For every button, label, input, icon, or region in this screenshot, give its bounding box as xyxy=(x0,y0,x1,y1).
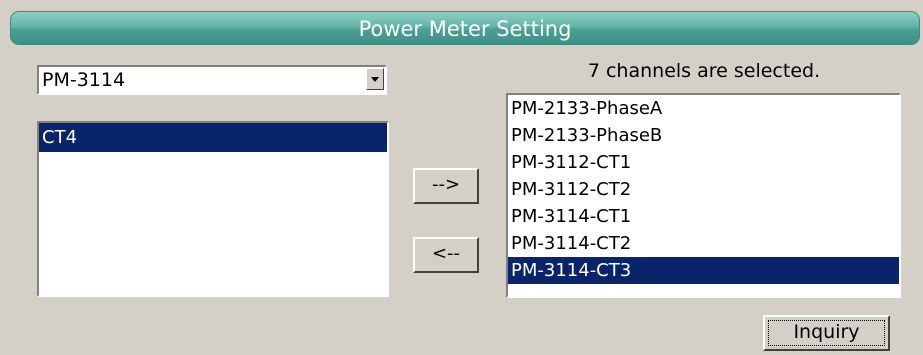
list-item[interactable]: PM-3114-CT2 xyxy=(508,230,899,257)
list-item[interactable]: PM-3114-CT3 xyxy=(508,257,899,284)
list-item[interactable]: PM-3112-CT1 xyxy=(508,149,899,176)
chevron-down-icon xyxy=(371,77,379,82)
add-channel-button[interactable]: --> xyxy=(413,168,479,204)
meter-select-value: PM-3114 xyxy=(42,69,126,91)
list-item[interactable]: PM-3114-CT1 xyxy=(508,203,899,230)
selected-channels-list[interactable]: PM-2133-PhaseA PM-2133-PhaseB PM-3112-CT… xyxy=(506,93,901,298)
list-item[interactable]: PM-2133-PhaseB xyxy=(508,122,899,149)
list-item[interactable]: PM-2133-PhaseA xyxy=(508,95,899,122)
meter-select[interactable]: PM-3114 xyxy=(37,65,387,95)
dropdown-button[interactable] xyxy=(366,68,384,90)
list-item[interactable]: CT4 xyxy=(39,123,387,152)
list-item[interactable]: PM-3112-CT2 xyxy=(508,176,899,203)
remove-channel-button[interactable]: <-- xyxy=(413,237,479,273)
inquiry-button[interactable]: Inquiry xyxy=(763,315,890,351)
available-channels-list[interactable]: CT4 xyxy=(37,121,389,297)
selection-status: 7 channels are selected. xyxy=(587,60,821,82)
title-bar: Power Meter Setting xyxy=(10,11,920,45)
focus-ring xyxy=(768,320,885,346)
page-title: Power Meter Setting xyxy=(358,17,572,41)
